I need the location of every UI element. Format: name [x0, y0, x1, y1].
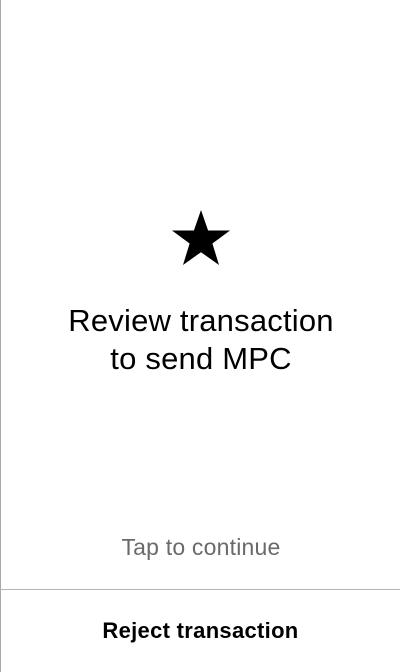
reject-transaction-button[interactable]: Reject transaction [1, 590, 400, 672]
title-line-1: Review transaction [68, 303, 334, 338]
title-line-2: to send MPC [110, 341, 292, 376]
tap-to-continue-hint: Tap to continue [121, 534, 281, 560]
review-tap-area[interactable]: Review transaction to send MPC Tap to co… [1, 0, 400, 589]
star-icon [172, 210, 230, 265]
page-title: Review transaction to send MPC [1, 302, 400, 378]
